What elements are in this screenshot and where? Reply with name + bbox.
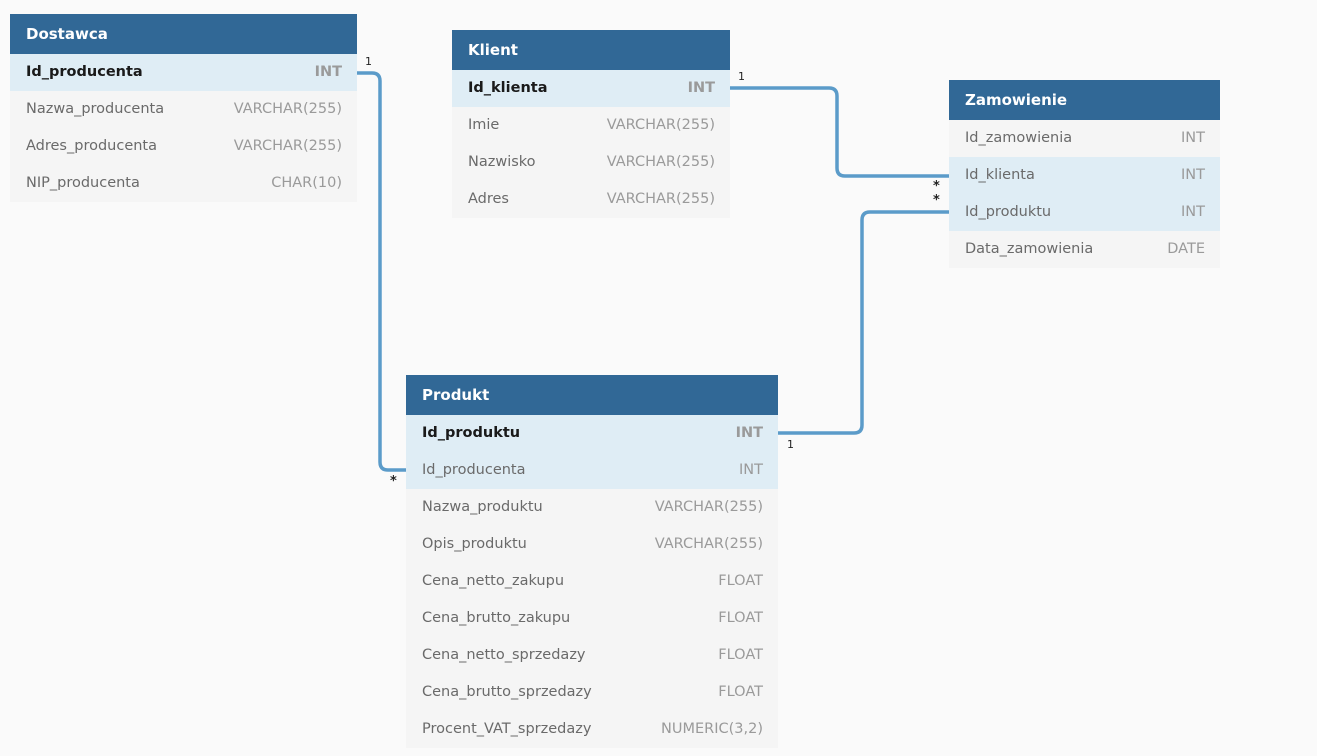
column-type: INT [739,462,763,478]
column-row[interactable]: Nazwisko VARCHAR(255) [452,144,730,181]
column-name: Data_zamowienia [965,241,1094,257]
column-type: FLOAT [718,684,763,700]
column-name: Imie [468,117,500,133]
column-type: CHAR(10) [271,175,342,191]
relation-klient-zamowienie[interactable] [730,86,949,178]
cardinality-produkt-many: * [390,474,397,489]
column-type: DATE [1167,241,1205,257]
column-row[interactable]: NIP_producenta CHAR(10) [10,165,357,202]
column-row[interactable]: Adres_producenta VARCHAR(255) [10,128,357,165]
column-type: FLOAT [718,610,763,626]
column-type: INT [687,80,715,96]
column-row[interactable]: Id_zamowienia INT [949,120,1220,157]
column-type: FLOAT [718,573,763,589]
table-title[interactable]: Dostawca [10,14,357,54]
column-row[interactable]: Cena_netto_sprzedazy FLOAT [406,637,778,674]
column-type: INT [1181,167,1205,183]
column-name: NIP_producenta [26,175,140,191]
column-type: VARCHAR(255) [606,154,715,170]
table-title[interactable]: Produkt [406,375,778,415]
column-name: Cena_netto_sprzedazy [422,647,586,663]
column-name: Nazwisko [468,154,536,170]
column-type: NUMERIC(3,2) [661,721,763,737]
column-row[interactable]: Id_produktu INT [406,415,778,452]
column-name: Id_zamowienia [965,130,1073,146]
column-type: FLOAT [718,647,763,663]
column-row[interactable]: Adres VARCHAR(255) [452,181,730,218]
column-type: VARCHAR(255) [654,499,763,515]
column-name: Cena_netto_zakupu [422,573,565,589]
column-name: Procent_VAT_sprzedazy [422,721,592,737]
column-row[interactable]: Id_klienta INT [452,70,730,107]
column-type: VARCHAR(255) [233,101,342,117]
column-row[interactable]: Data_zamowienia DATE [949,231,1220,268]
cardinality-zamowienie-produkt-many: * [933,193,940,208]
table-title[interactable]: Zamowienie [949,80,1220,120]
column-type: INT [314,64,342,80]
column-name: Opis_produktu [422,536,527,552]
column-name: Adres [468,191,509,207]
cardinality-dostawca-one: 1 [365,55,372,68]
column-name: Adres_producenta [26,138,158,154]
column-name: Id_producenta [422,462,526,478]
column-type: INT [1181,130,1205,146]
column-row[interactable]: Cena_brutto_sprzedazy FLOAT [406,674,778,711]
column-type: VARCHAR(255) [606,191,715,207]
column-row[interactable]: Cena_netto_zakupu FLOAT [406,563,778,600]
column-name: Id_produktu [422,425,521,441]
column-type: VARCHAR(255) [654,536,763,552]
column-row[interactable]: Nazwa_produktu VARCHAR(255) [406,489,778,526]
column-row[interactable]: Id_klienta INT [949,157,1220,194]
table-klient[interactable]: Klient Id_klienta INT Imie VARCHAR(255) … [452,30,730,218]
column-type: VARCHAR(255) [233,138,342,154]
column-row[interactable]: Procent_VAT_sprzedazy NUMERIC(3,2) [406,711,778,748]
column-type: INT [1181,204,1205,220]
column-name: Id_producenta [26,64,143,80]
column-name: Nazwa_produktu [422,499,543,515]
cardinality-zamowienie-klient-many: * [933,179,940,194]
column-name: Id_klienta [965,167,1035,183]
diagram-canvas: Dostawca Id_producenta INT Nazwa_produce… [0,0,1317,756]
column-type: INT [735,425,763,441]
column-name: Id_klienta [468,80,548,96]
column-row[interactable]: Nazwa_producenta VARCHAR(255) [10,91,357,128]
column-name: Cena_brutto_zakupu [422,610,571,626]
column-row[interactable]: Cena_brutto_zakupu FLOAT [406,600,778,637]
table-title[interactable]: Klient [452,30,730,70]
relation-produkt-zamowienie[interactable] [778,210,949,435]
column-row[interactable]: Opis_produktu VARCHAR(255) [406,526,778,563]
cardinality-klient-one: 1 [738,70,745,83]
cardinality-produkt-one: 1 [787,438,794,451]
column-name: Nazwa_producenta [26,101,165,117]
column-row[interactable]: Id_producenta INT [10,54,357,91]
column-name: Cena_brutto_sprzedazy [422,684,592,700]
relation-dostawca-produkt[interactable] [357,71,406,472]
column-name: Id_produktu [965,204,1052,220]
table-zamowienie[interactable]: Zamowienie Id_zamowienia INT Id_klienta … [949,80,1220,268]
table-produkt[interactable]: Produkt Id_produktu INT Id_producenta IN… [406,375,778,748]
column-type: VARCHAR(255) [606,117,715,133]
column-row[interactable]: Id_producenta INT [406,452,778,489]
table-dostawca[interactable]: Dostawca Id_producenta INT Nazwa_produce… [10,14,357,202]
column-row[interactable]: Imie VARCHAR(255) [452,107,730,144]
column-row[interactable]: Id_produktu INT [949,194,1220,231]
